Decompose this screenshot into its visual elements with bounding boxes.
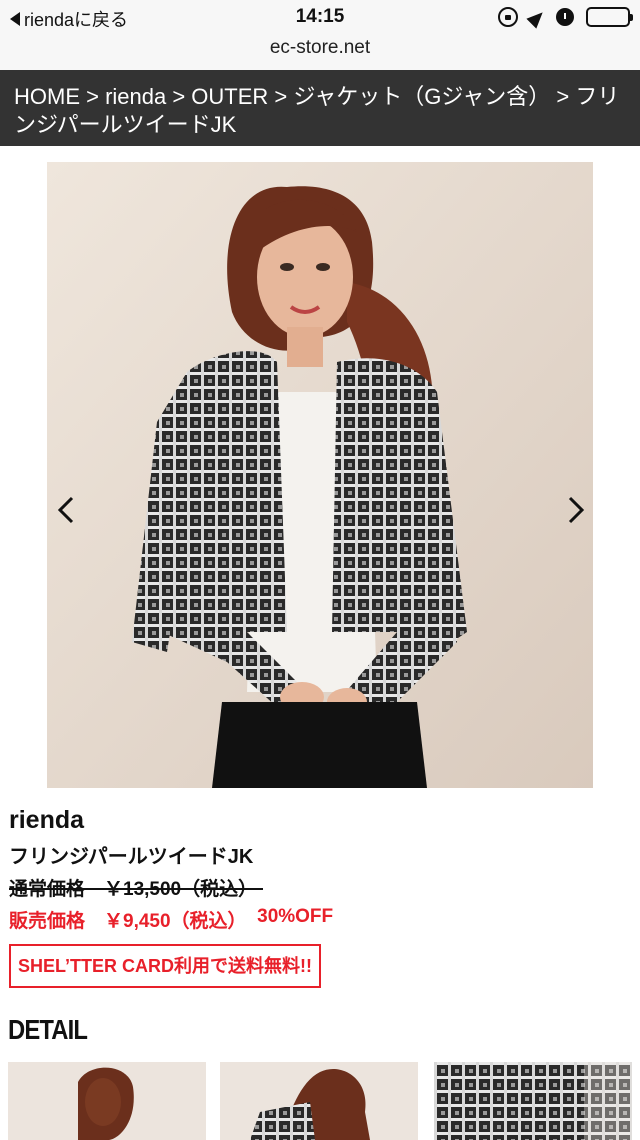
- sale-price: 販売価格 ￥9,450（税込） 30%OFF: [9, 906, 333, 933]
- regular-price-text: 通常価格 ￥13,500（税込）: [9, 879, 258, 900]
- detail-thumb-2[interactable]: [220, 1062, 418, 1140]
- chevron-right-icon: [568, 496, 585, 524]
- discount-label: [247, 906, 258, 933]
- battery-icon: [586, 7, 633, 27]
- product-main-image[interactable]: [47, 162, 593, 788]
- address-bar[interactable]: ec-store.net: [0, 36, 640, 70]
- regular-price: 通常価格 ￥13,500（税込）: [9, 874, 264, 901]
- product-photo: [47, 162, 593, 788]
- product-name: フリンジパールツイードJK: [9, 846, 254, 868]
- detail-thumb-3[interactable]: [434, 1062, 632, 1140]
- detail-thumbnails: [8, 1062, 640, 1140]
- prev-image-button[interactable]: [52, 495, 82, 525]
- promo-banner[interactable]: SHEL’TTER CARD利用で送料無料!!: [9, 944, 321, 988]
- product-brand[interactable]: rienda: [9, 806, 84, 835]
- detail-thumb-1[interactable]: [8, 1062, 206, 1140]
- thumb-image-1: [8, 1062, 206, 1140]
- next-image-button[interactable]: [560, 495, 590, 525]
- strikethrough-line: [9, 887, 264, 890]
- chevron-left-icon: [57, 496, 74, 524]
- thumb-image-3: [434, 1062, 632, 1140]
- detail-heading: DETAIL: [8, 1014, 88, 1045]
- alarm-icon: [556, 8, 574, 26]
- thumb-image-2: [220, 1062, 418, 1140]
- rotation-lock-icon: [498, 7, 518, 27]
- status-bar: riendaに戻る 14:15: [0, 0, 640, 36]
- promo-text: SHEL’TTER CARD利用で送料無料!!: [18, 956, 312, 976]
- status-icons: [498, 7, 633, 29]
- breadcrumb: HOME > rienda > OUTER > ジャケット（Gジャン含） > フ…: [0, 70, 640, 146]
- url-text: ec-store.net: [269, 37, 371, 58]
- discount-value: 30%OFF: [257, 906, 334, 927]
- sale-price-text: 販売価格 ￥9,450（税込）: [9, 911, 247, 932]
- location-arrow-icon: [526, 7, 548, 29]
- breadcrumb-text[interactable]: HOME > rienda > OUTER > ジャケット（Gジャン含） > フ…: [14, 84, 619, 137]
